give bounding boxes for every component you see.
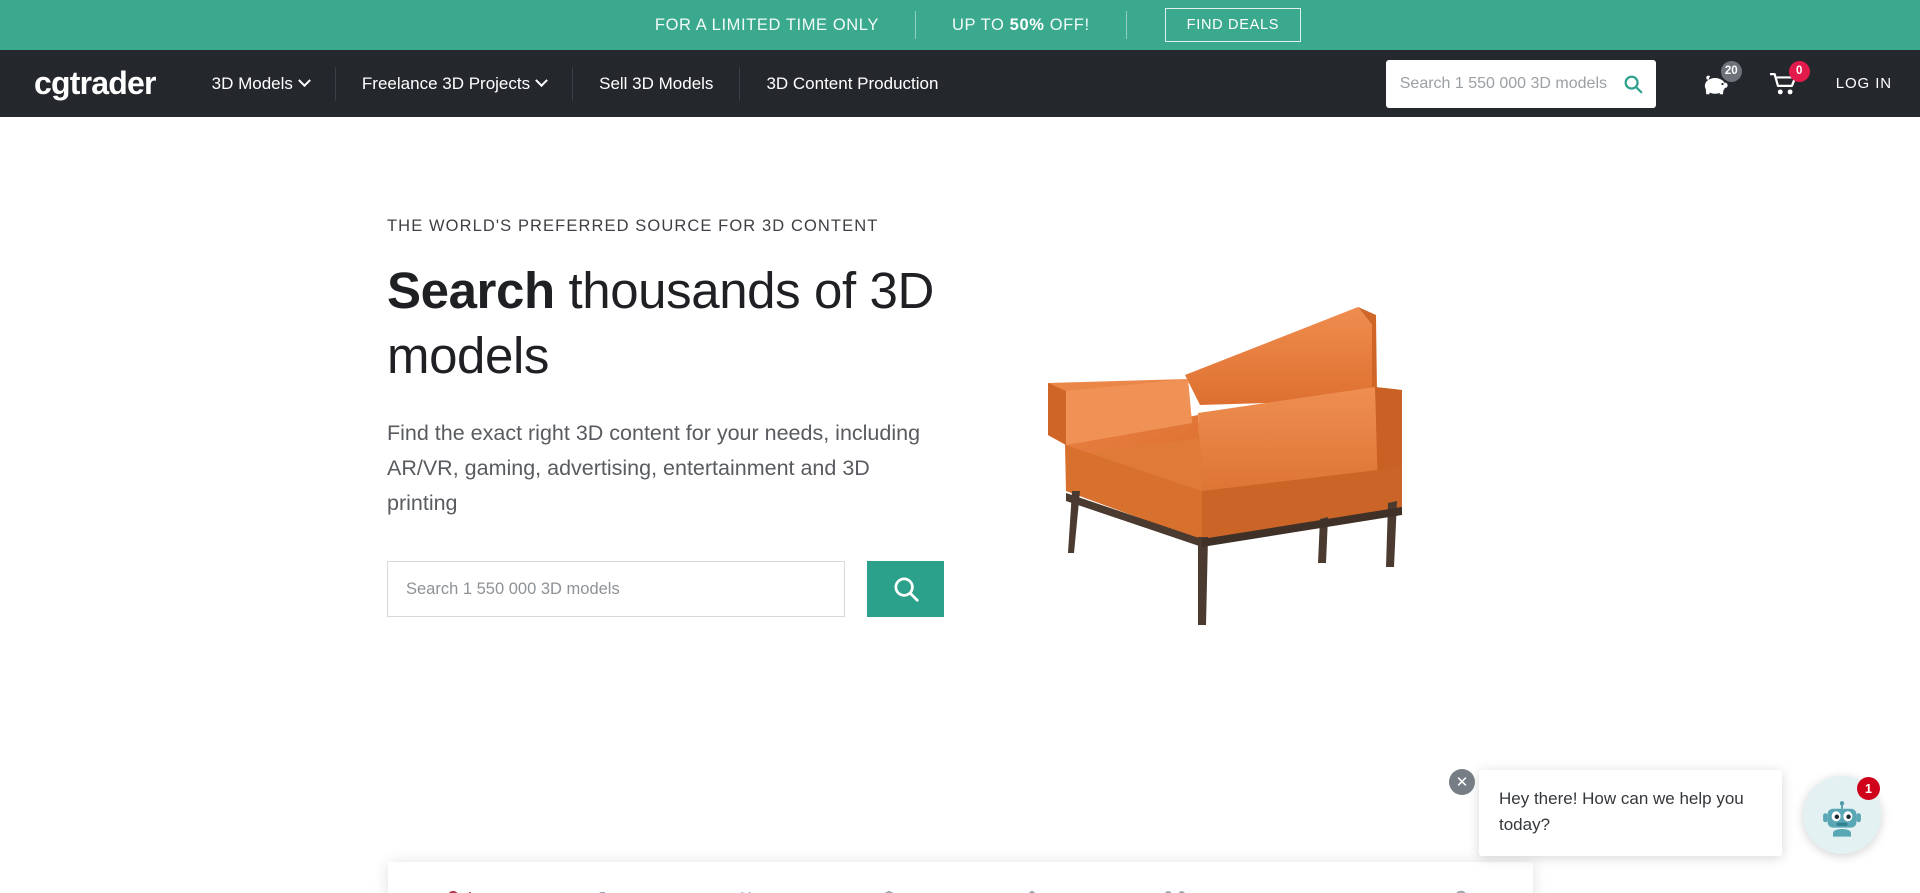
category-item-discounts[interactable]: Discounts — [388, 862, 531, 893]
nav-label: Sell 3D Models — [599, 73, 714, 93]
chevron-down-icon — [298, 74, 311, 88]
hero-eyebrow: THE WORLD'S PREFERRED SOURCE FOR 3D CONT… — [387, 217, 879, 235]
hero-section: THE WORLD'S PREFERRED SOURCE FOR 3D CONT… — [0, 117, 1920, 893]
nav-label: Freelance 3D Projects — [361, 73, 531, 93]
nav-item-sell-3d-models[interactable]: Sell 3D Models — [572, 66, 739, 101]
promo-offer-text: UP TO 50% OFF! — [916, 16, 1126, 35]
savings-badge: 20 — [1720, 60, 1742, 82]
category-item-interior[interactable]: Interior — [1103, 862, 1246, 893]
nav-item-3d-content-production[interactable]: 3D Content Production — [739, 66, 964, 101]
category-item-exterior[interactable]: Exterior — [960, 862, 1103, 893]
cart-button[interactable]: 0 — [1764, 60, 1810, 104]
search-icon — [894, 577, 919, 602]
promo-offer-suffix: OFF! — [1049, 15, 1090, 34]
main-navigation: 3D Models Freelance 3D Projects Sell 3D … — [192, 50, 965, 117]
category-item-character[interactable]: Character — [1389, 862, 1532, 893]
chat-message-text: Hey there! How can we help you today? — [1499, 789, 1744, 834]
category-item-car[interactable]: Car — [1246, 862, 1389, 893]
promo-left-text: FOR A LIMITED TIME ONLY — [654, 15, 879, 34]
nav-item-freelance-3d-projects[interactable]: Freelance 3D Projects — [334, 66, 572, 101]
percent-icon — [445, 886, 475, 893]
hero-search-input[interactable] — [406, 579, 826, 599]
header-search-input[interactable] — [1399, 74, 1622, 93]
cart-badge: 0 — [1788, 60, 1810, 82]
header-search[interactable] — [1385, 59, 1656, 108]
promo-inner: FOR A LIMITED TIME ONLY UP TO 50% OFF! F… — [619, 8, 1302, 42]
hero-search — [387, 561, 947, 617]
search-icon[interactable] — [1622, 73, 1644, 95]
category-item-architectural[interactable]: Architectural — [817, 862, 960, 893]
category-item-animals[interactable]: Animals — [674, 862, 817, 893]
nav-label: 3D Content Production — [766, 73, 939, 93]
category-strip: Discounts Aircraft — [388, 862, 1533, 893]
house-icon — [1016, 886, 1048, 893]
character-icon — [1446, 886, 1476, 893]
hero-armchair-image — [1020, 295, 1420, 635]
brand-logo[interactable]: cgtrader — [34, 65, 156, 102]
bug-icon — [731, 886, 761, 893]
promo-banner: FOR A LIMITED TIME ONLY UP TO 50% OFF! F… — [0, 0, 1920, 50]
hero-copy: THE WORLD'S PREFERRED SOURCE FOR 3D CONT… — [387, 217, 947, 617]
airplane-icon — [587, 886, 619, 893]
login-link[interactable]: LOG IN — [1836, 75, 1892, 92]
hero-subtitle: Find the exact right 3D content for your… — [387, 421, 921, 515]
hero-title: Search thousands of 3D models — [387, 258, 947, 388]
chat-message-bubble[interactable]: Hey there! How can we help you today? — [1479, 770, 1782, 856]
chevron-down-icon — [535, 74, 548, 88]
promo-offer-percent: 50% — [1009, 15, 1045, 34]
nav-label: 3D Models — [211, 73, 293, 93]
car-icon — [1301, 886, 1335, 893]
chat-unread-badge: 1 — [1857, 777, 1880, 800]
find-deals-button[interactable]: FIND DEALS — [1164, 8, 1302, 42]
alarm-clock-icon — [1160, 886, 1190, 893]
savings-button[interactable]: 20 — [1696, 60, 1742, 104]
hero-title-strong: Search — [387, 262, 555, 319]
hero-search-button[interactable] — [867, 561, 944, 617]
header-right-cluster: 20 0 LOG IN — [1385, 59, 1920, 108]
chat-launcher-button[interactable]: 1 — [1803, 776, 1881, 854]
nav-item-3d-models[interactable]: 3D Models — [192, 67, 335, 101]
hero-search-box[interactable] — [387, 561, 845, 617]
site-header: cgtrader 3D Models Freelance 3D Projects… — [0, 50, 1920, 117]
bank-building-icon — [873, 886, 905, 893]
category-item-aircraft[interactable]: Aircraft — [531, 862, 674, 893]
promo-offer-prefix: UP TO — [951, 15, 1005, 34]
promo-divider-2 — [1125, 11, 1127, 39]
chat-close-button[interactable]: ✕ — [1449, 769, 1475, 795]
